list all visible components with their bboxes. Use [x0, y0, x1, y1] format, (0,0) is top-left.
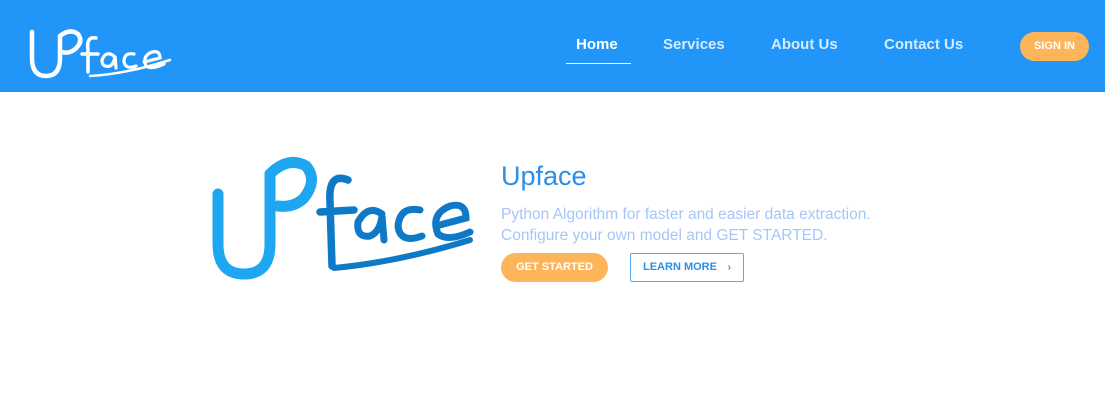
nav-contact-us[interactable]: Contact Us — [884, 36, 963, 53]
nav-about-us[interactable]: About Us — [771, 36, 838, 53]
active-nav-underline — [566, 63, 631, 64]
get-started-button[interactable]: GET STARTED — [501, 253, 608, 282]
sign-in-button[interactable]: SIGN IN — [1020, 32, 1089, 61]
hero-title: Upface — [501, 161, 587, 191]
learn-more-button[interactable]: LEARN MORE › — [630, 253, 744, 282]
main-navigation: Home Services About Us Contact Us — [0, 0, 1105, 92]
top-navbar: Home Services About Us Contact Us SIGN I… — [0, 0, 1105, 92]
upface-hero-logo — [212, 156, 474, 280]
nav-services[interactable]: Services — [663, 36, 725, 53]
nav-home[interactable]: Home — [576, 36, 618, 53]
hero-subtitle-line2: Configure your own model and GET STARTED… — [501, 227, 828, 244]
learn-more-label: LEARN MORE — [643, 261, 717, 273]
chevron-right-icon: › — [727, 262, 731, 273]
hero-subtitle-line1: Python Algorithm for faster and easier d… — [501, 206, 871, 223]
